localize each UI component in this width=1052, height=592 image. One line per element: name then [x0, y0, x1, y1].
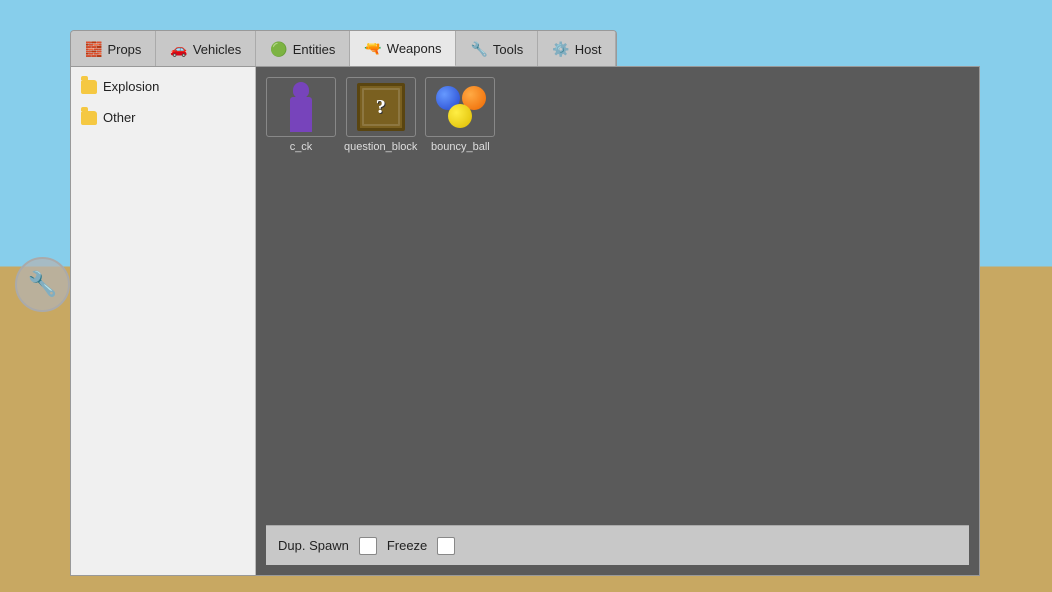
host-icon: ⚙️ — [552, 41, 569, 58]
tab-entities-label: Entities — [293, 42, 336, 57]
tab-tools-label: Tools — [493, 42, 523, 57]
tools-icon: 🔧 — [470, 41, 487, 58]
tab-props-label: Props — [107, 42, 141, 57]
props-icon: 🧱 — [85, 41, 102, 58]
sidebar: Explosion Other — [71, 67, 256, 575]
item-c_ck[interactable]: c_ck — [266, 77, 336, 153]
item-question_block[interactable]: ? question_block — [344, 77, 417, 153]
dup-spawn-label: Dup. Spawn — [278, 538, 349, 553]
tab-bar: 🧱 Props 🚗 Vehicles 🟢 Entities 🔫 Weapons … — [70, 30, 617, 66]
items-grid: c_ck ? question_block bouncy_ — [266, 77, 969, 525]
tab-host-label: Host — [575, 42, 602, 57]
tab-vehicles[interactable]: 🚗 Vehicles — [156, 31, 256, 66]
tab-entities[interactable]: 🟢 Entities — [256, 31, 350, 66]
purple-figure — [284, 82, 319, 132]
main-panel: 🧱 Props 🚗 Vehicles 🟢 Entities 🔫 Weapons … — [70, 30, 980, 585]
tab-weapons[interactable]: 🔫 Weapons — [350, 31, 456, 66]
wrench-icon[interactable]: 🔧 — [15, 257, 70, 312]
entities-icon: 🟢 — [270, 41, 287, 58]
tab-host[interactable]: ⚙️ Host — [538, 31, 616, 66]
sidebar-item-other[interactable]: Other — [71, 102, 255, 133]
folder-icon-other — [81, 111, 97, 125]
item-thumb-c_ck — [266, 77, 336, 137]
sidebar-item-explosion-label: Explosion — [103, 79, 159, 94]
item-label-question_block: question_block — [344, 141, 417, 153]
vehicles-icon: 🚗 — [170, 41, 187, 58]
bottom-bar: Dup. Spawn Freeze — [266, 525, 969, 565]
ball-yellow — [448, 104, 472, 128]
tab-weapons-label: Weapons — [387, 41, 442, 56]
item-thumb-question_block: ? — [346, 77, 416, 137]
purple-figure-body — [290, 97, 312, 132]
purple-figure-head — [293, 82, 309, 98]
freeze-label: Freeze — [387, 538, 427, 553]
items-area: c_ck ? question_block bouncy_ — [256, 67, 979, 575]
freeze-checkbox[interactable] — [437, 537, 455, 555]
dup-spawn-checkbox[interactable] — [359, 537, 377, 555]
item-thumb-bouncy_ball — [425, 77, 495, 137]
qblock-box: ? — [357, 83, 405, 131]
item-label-c_ck: c_ck — [290, 141, 313, 153]
content-area: Explosion Other c_ck — [70, 66, 980, 576]
weapons-icon: 🔫 — [364, 40, 381, 57]
tab-tools[interactable]: 🔧 Tools — [456, 31, 538, 66]
sidebar-item-other-label: Other — [103, 110, 136, 125]
tab-props[interactable]: 🧱 Props — [71, 31, 156, 66]
tab-vehicles-label: Vehicles — [193, 42, 241, 57]
item-bouncy_ball[interactable]: bouncy_ball — [425, 77, 495, 153]
item-label-bouncy_ball: bouncy_ball — [431, 141, 490, 153]
folder-icon-explosion — [81, 80, 97, 94]
sidebar-item-explosion[interactable]: Explosion — [71, 71, 255, 102]
